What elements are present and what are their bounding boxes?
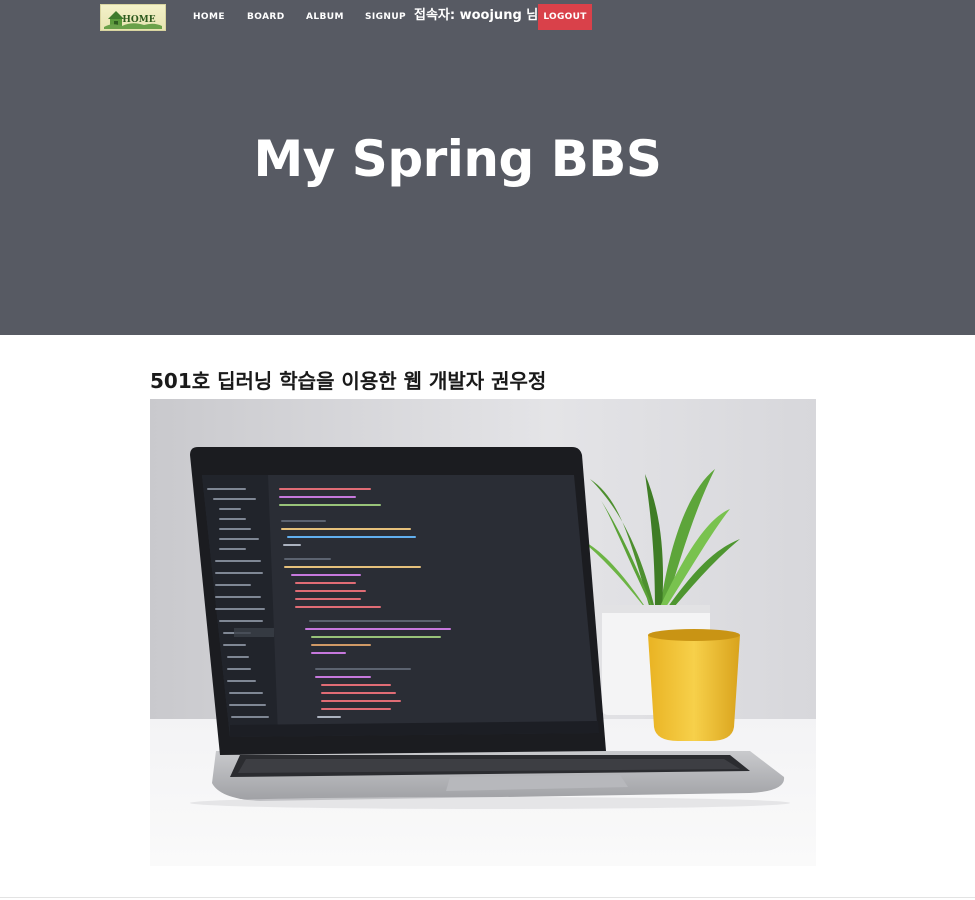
nav-link-board[interactable]: BOARD [247, 10, 285, 24]
top-nav: HOME HOME BOARD ALBUM SIGNUP 접속자: woojun… [0, 0, 975, 34]
laptop-with-code-photo [150, 399, 816, 866]
post-title: 501호 딥러닝 학습을 이용한 웹 개발자 권우정 [150, 369, 547, 393]
nav-link-album[interactable]: ALBUM [306, 10, 344, 24]
logged-in-user-label: 접속자: woojung 님 [414, 8, 539, 23]
mug-icon [648, 629, 740, 741]
house-logo-icon: HOME [104, 10, 162, 29]
page-title: My Spring BBS [253, 130, 662, 188]
logout-button[interactable]: LOGOUT [538, 4, 592, 30]
logo-text: HOME [122, 15, 155, 25]
nav-link-signup[interactable]: SIGNUP [365, 10, 406, 24]
footer-divider [0, 897, 975, 898]
home-logo[interactable]: HOME [100, 4, 166, 31]
hero-header: HOME HOME BOARD ALBUM SIGNUP 접속자: woojun… [0, 0, 975, 335]
nav-link-home[interactable]: HOME [193, 10, 225, 24]
laptop-photo-illustration [150, 399, 816, 866]
